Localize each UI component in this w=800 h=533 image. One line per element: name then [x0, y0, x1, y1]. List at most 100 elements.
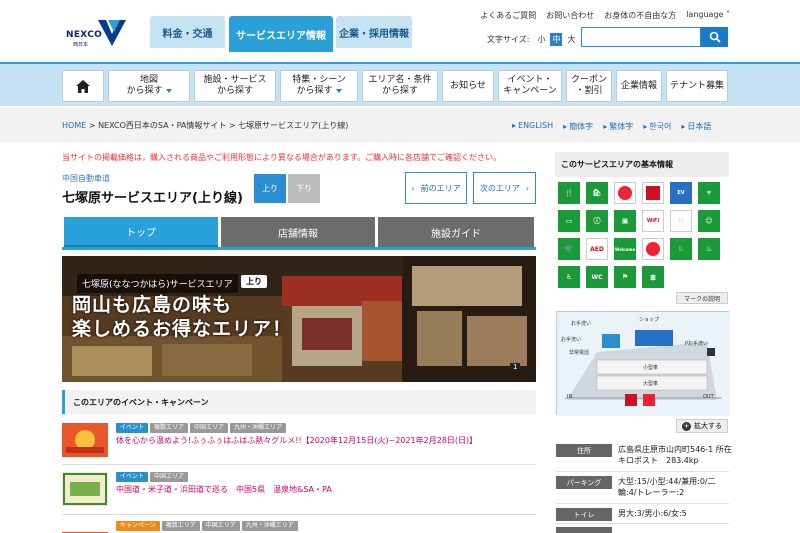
tab-fare-traffic[interactable]: 料金・交通 — [150, 16, 225, 48]
nav-corporate[interactable]: 企業情報 — [616, 70, 662, 102]
nav-map[interactable]: 地図 から探す — [108, 70, 190, 102]
font-size-small[interactable]: 小 — [535, 33, 547, 46]
accessible-parking-icon[interactable]: ♿ — [558, 266, 580, 288]
info-more — [556, 527, 729, 533]
lang-japanese[interactable]: 日本語 — [681, 121, 711, 132]
wheelchair-rental-icon[interactable]: 車 — [642, 266, 664, 288]
tag: 九州・沖縄エリア — [230, 423, 287, 433]
basic-info-heading: このサービスエリアの基本情報 — [555, 152, 729, 177]
nav-feature-l1: 特集・シーン — [292, 75, 346, 85]
multipurpose-toilet-icon[interactable]: ⚑ — [614, 266, 636, 288]
next-area-button[interactable]: 次のエリア › — [473, 172, 536, 204]
cart-icon[interactable]: 🛒 — [558, 238, 580, 260]
lang-traditional-chinese[interactable]: 繁体字 — [603, 121, 633, 132]
smoking-icon[interactable]: ♨ — [698, 238, 720, 260]
prev-area-button[interactable]: ‹ 前のエリア — [405, 172, 467, 204]
ev-quick-charge-icon[interactable]: EV — [670, 182, 692, 204]
language-links: ENGLISH 簡体字 繁体字 한국어 日本語 — [512, 121, 711, 132]
direction-up-button[interactable]: 上り — [254, 174, 286, 203]
tab-facility-guide[interactable]: 施設ガイド — [378, 217, 534, 248]
tab-shop-info[interactable]: 店舗情報 — [221, 217, 375, 248]
nav-area-name[interactable]: エリア名・条件 から探す — [362, 70, 438, 102]
restaurant-icon[interactable]: 🍴 — [558, 182, 580, 204]
info-value: 大型:15/小型:44/兼用:0/二輪:4/トレーラー:2 — [618, 477, 716, 497]
hero-headline: 岡山も広島の味も 楽しめるお得なエリア！ — [72, 293, 292, 341]
font-size-large[interactable]: 大 — [565, 33, 577, 46]
language-link[interactable]: language ˅ — [686, 10, 730, 21]
tag: 中国エリア — [190, 423, 229, 433]
welcome-icon[interactable]: Welcome — [614, 238, 636, 260]
direction-down-button[interactable]: 下り — [288, 174, 320, 203]
tag: 中国エリア — [150, 472, 189, 482]
mark-legend-button[interactable]: マークの説明 — [676, 292, 728, 304]
shower-icon[interactable]: ◌ — [670, 210, 692, 232]
info-label: パーキング — [556, 476, 612, 489]
breadcrumb-path: > NEXCO西日本のSA・PA情報サイト > 七塚原サービスエリア(上り線) — [86, 121, 349, 130]
accessible-toilet-icon[interactable]: WC — [586, 266, 608, 288]
chevron-right-icon: › — [525, 183, 530, 193]
wifi-icon[interactable]: WiFi — [642, 210, 664, 232]
divider — [62, 514, 536, 515]
lang-korean[interactable]: 한국어 — [643, 121, 671, 132]
area-map[interactable]: お手洗い ショップ お手洗い 非常電話 Pお手洗い 小型車 大型車 IN OUT — [556, 311, 730, 416]
nav-news-l1: お知らせ — [450, 80, 486, 91]
map-label-shop: ショップ — [639, 317, 660, 323]
stamp-icon[interactable] — [642, 238, 664, 260]
nav-facility[interactable]: 施設・サービス から探す — [194, 70, 276, 102]
contact-link[interactable]: お問い合わせ — [546, 10, 594, 21]
hero-line-2: 楽しめるお得なエリア！ — [72, 318, 293, 340]
info-label: トイレ — [556, 508, 612, 521]
accessibility-link[interactable]: お身体の不自由な方 — [604, 10, 676, 21]
nav-events-l1: イベント・ — [507, 75, 553, 85]
tab-service-area[interactable]: サービスエリア情報 — [229, 16, 333, 52]
tab-company[interactable]: 企業・採用情報 — [336, 16, 412, 48]
shop-icon[interactable]: 🛍 — [586, 182, 608, 204]
nexco-logo[interactable]: NEXCO 西日本 — [66, 14, 130, 50]
events-heading: このエリアのイベント・キャンペーン — [62, 390, 536, 414]
nav-coupon[interactable]: クーポン ・割引 — [566, 70, 612, 102]
nav-tenant[interactable]: テナント募集 — [666, 70, 728, 102]
lang-english[interactable]: ENGLISH — [512, 121, 553, 132]
nav-feature[interactable]: 特集・シーン から探す — [280, 70, 358, 102]
event-item[interactable]: イベント 中国エリア 中国道・米子道・浜田道で巡る 中国5県 温泉地&SA・PA — [62, 472, 536, 512]
zoom-map-button[interactable]: + 拡大する — [676, 419, 728, 433]
event-title[interactable]: 体を心から温めよう!ふぅふぅはふはふ熱々グルメ!!【2020年12月15日(火)… — [116, 435, 477, 447]
nav-news[interactable]: お知らせ — [442, 70, 494, 102]
caret-down-icon — [335, 88, 342, 93]
breadcrumb-home[interactable]: HOME — [62, 121, 86, 130]
aed-icon[interactable]: AED — [586, 238, 608, 260]
divider — [62, 464, 536, 465]
specialty-icon[interactable] — [614, 182, 636, 204]
search-input[interactable] — [581, 27, 701, 47]
faq-link[interactable]: よくあるご質問 — [480, 10, 536, 21]
atm-icon[interactable]: ▭ — [558, 210, 580, 232]
info-desk-icon[interactable]: ⓘ — [586, 210, 608, 232]
hero-line-1: 岡山も広島の味も — [72, 294, 233, 316]
lang-simplified-chinese[interactable]: 簡体字 — [563, 121, 593, 132]
tag: キャンペーン — [116, 521, 160, 531]
logo-sub: 西日本 — [73, 42, 89, 48]
nav-area-l1: エリア名・条件 — [368, 75, 432, 85]
event-title[interactable]: 中国道・米子道・浜田道で巡る 中国5県 温泉地&SA・PA — [116, 484, 332, 496]
highway-info-icon[interactable]: ▣ — [614, 210, 636, 232]
hero-page-indicator[interactable]: 1 — [510, 363, 521, 371]
search-button[interactable] — [701, 27, 728, 47]
tag: 九州・沖縄エリア — [241, 521, 298, 531]
event-item[interactable]: キャンペーン 複数エリア 中国エリア 九州・沖縄エリア — [62, 521, 536, 533]
hero-area-label: 七塚原(ななつかはら)サービスエリア — [77, 274, 238, 293]
tag: イベント — [116, 423, 149, 433]
tag: イベント — [116, 472, 149, 482]
nav-events[interactable]: イベント・ キャンペーン — [498, 70, 562, 102]
gift-icon[interactable] — [642, 182, 664, 204]
font-size-medium[interactable]: 中 — [550, 33, 563, 46]
event-item[interactable]: イベント 複数エリア 中国エリア 九州・沖縄エリア 体を心から温めよう!ふぅふぅ… — [62, 423, 536, 463]
tab-top[interactable]: トップ — [64, 217, 218, 248]
nav-home[interactable] — [62, 70, 104, 102]
logo-mark-icon — [98, 20, 126, 46]
prev-area-label: 前のエリア — [420, 183, 461, 193]
top-links: よくあるご質問 お問い合わせ お身体の不自由な方 language ˅ — [480, 10, 730, 21]
baby-icon[interactable]: ☺ — [698, 210, 720, 232]
price-notice: 当サイトの掲載価格は，購入される商品やご利用形態により異なる場合があります。ご購… — [62, 153, 502, 162]
dog-run-icon[interactable]: ♘ — [670, 238, 692, 260]
post-icon[interactable]: 〒 — [698, 182, 720, 204]
